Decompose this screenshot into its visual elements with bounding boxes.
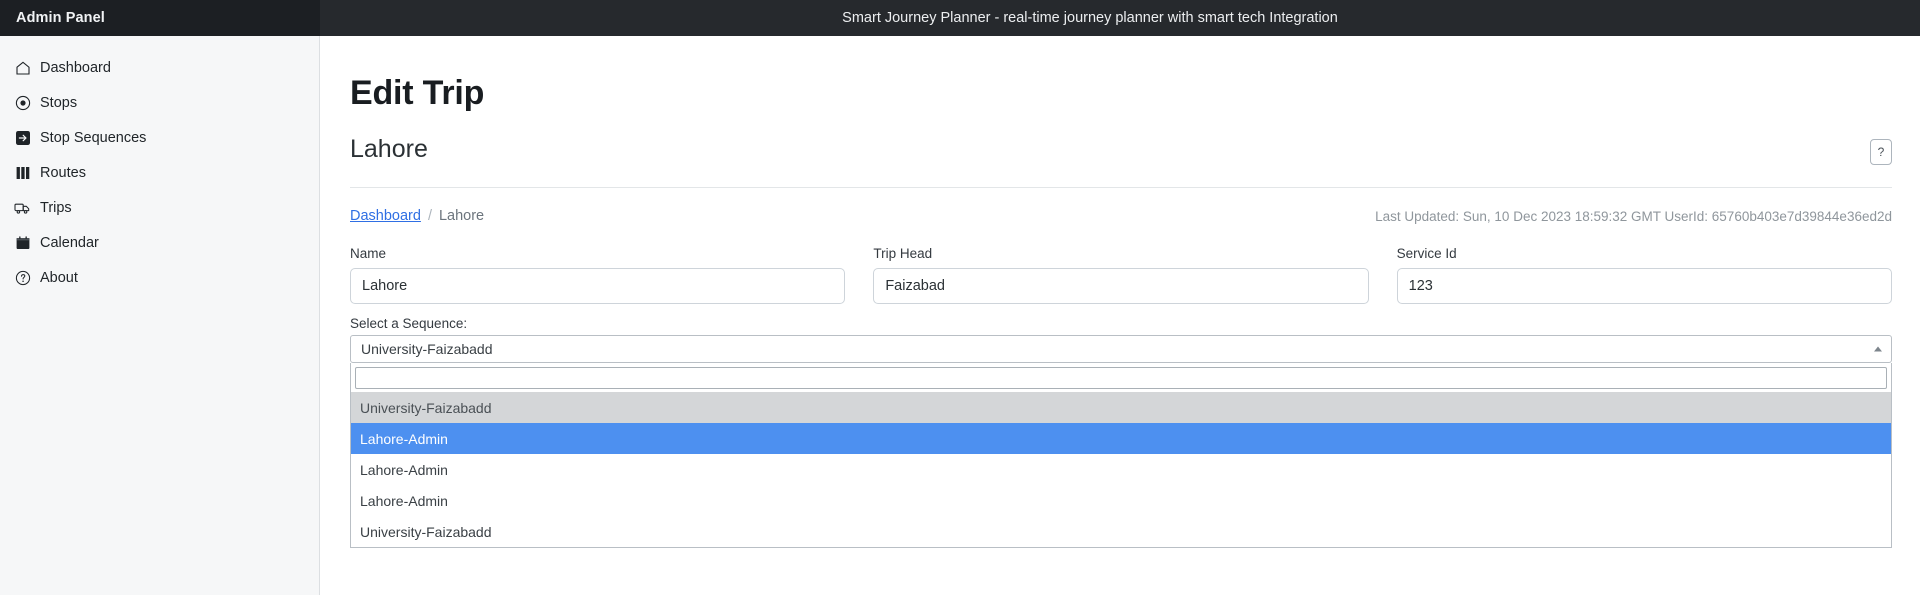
field-service-id: Service Id [1396,246,1892,304]
sidebar-item-label: Routes [40,164,86,181]
sequence-select-control[interactable]: University-Faizabadd [350,335,1892,363]
sequence-option[interactable]: Lahore-Admin [351,485,1891,516]
app-title: Smart Journey Planner - real-time journe… [320,0,1920,36]
sidebar-item-stop-sequences[interactable]: Stop Sequences [0,124,319,152]
subtitle-row: Lahore ? [350,135,1892,165]
breadcrumb-separator: / [427,208,432,224]
last-updated-text: Last Updated: Sun, 10 Dec 2023 18:59:32 … [1375,208,1892,224]
sequence-option[interactable]: Lahore-Admin [351,454,1891,485]
help-button[interactable]: ? [1870,139,1892,165]
sidebar-item-label: Calendar [40,234,99,251]
sequence-select-value: University-Faizabadd [361,341,493,357]
service-id-input[interactable] [1396,268,1892,304]
truck-icon [14,200,31,217]
sidebar: Dashboard Stops Stop Sequences Routes Tr… [0,36,320,595]
main-content: Edit Trip Lahore ? Dashboard / Lahore La… [320,36,1920,607]
sidebar-item-label: Stop Sequences [40,129,147,146]
divider [350,187,1892,188]
app-brand: Admin Panel [0,0,320,36]
trip-head-input[interactable] [873,268,1369,304]
arrow-right-square-icon [14,130,31,147]
sidebar-item-calendar[interactable]: Calendar [0,229,319,257]
sidebar-item-routes[interactable]: Routes [0,159,319,187]
dropdown-search-wrap [351,363,1891,392]
sequence-select-label: Select a Sequence: [350,316,468,331]
field-label-name: Name [350,246,387,261]
sidebar-item-dashboard[interactable]: Dashboard [0,54,319,82]
name-input[interactable] [350,268,846,304]
breadcrumb: Dashboard / Lahore [350,208,484,224]
breadcrumb-current: Lahore [438,208,485,224]
sequence-select-block: Select a Sequence: University-Faizabadd … [350,316,1892,548]
trip-form-row: Name Trip Head Service Id [350,246,1892,304]
top-bar: Admin Panel Smart Journey Planner - real… [0,0,1920,36]
page-title: Edit Trip [350,74,485,112]
sequence-option[interactable]: University-Faizabadd [351,516,1891,547]
columns-icon [14,165,31,182]
sidebar-item-label: About [40,269,78,286]
sidebar-item-about[interactable]: About [0,264,319,292]
calendar-icon [14,235,31,252]
sidebar-item-label: Dashboard [40,59,111,76]
circle-dot-icon [14,95,31,112]
sequence-option[interactable]: University-Faizabadd [351,392,1891,423]
breadcrumb-link-dashboard[interactable]: Dashboard [350,208,421,224]
dropdown-search-input[interactable] [355,367,1887,389]
chevron-up-icon [1874,346,1882,352]
sequence-option-list: University-Faizabadd Lahore-Admin Lahore… [351,392,1891,547]
field-label-service-id: Service Id [1396,246,1457,261]
sidebar-item-trips[interactable]: Trips [0,194,319,222]
question-circle-icon [14,270,31,287]
sidebar-item-label: Trips [40,199,72,216]
field-label-trip-head: Trip Head [873,246,933,261]
field-trip-head: Trip Head [873,246,1369,304]
sequence-option[interactable]: Lahore-Admin [351,423,1891,454]
sidebar-item-label: Stops [40,94,78,111]
sidebar-item-stops[interactable]: Stops [0,89,319,117]
trip-name-heading: Lahore [350,135,428,163]
field-name: Name [350,246,846,304]
meta-row: Dashboard / Lahore Last Updated: Sun, 10… [350,206,1892,226]
house-icon [14,60,31,77]
sequence-dropdown-panel: University-Faizabadd Lahore-Admin Lahore… [350,363,1892,548]
